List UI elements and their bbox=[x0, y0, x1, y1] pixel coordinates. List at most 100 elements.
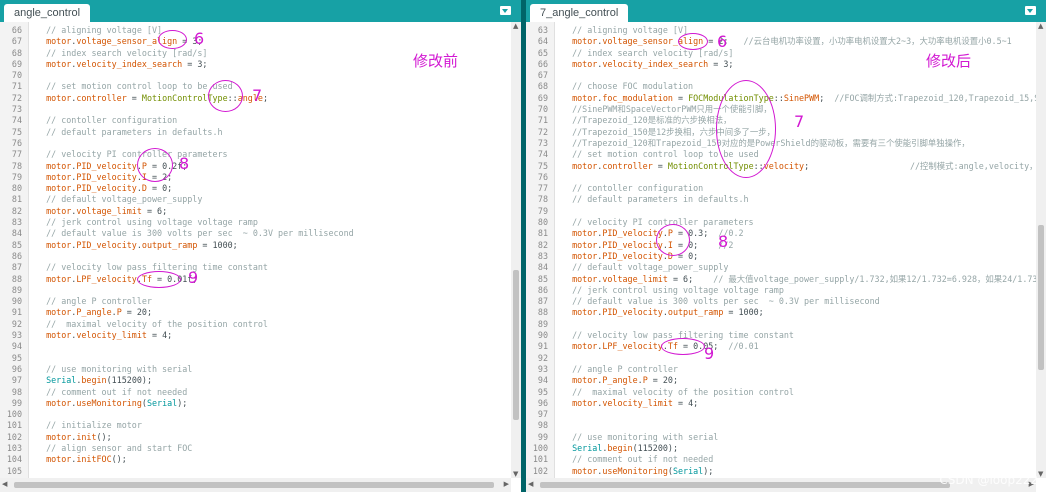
code-line[interactable]: 92 bbox=[526, 353, 1036, 364]
left-vscroll-thumb[interactable] bbox=[513, 270, 519, 420]
code-line[interactable]: 66 // aligning voltage [V] bbox=[0, 25, 511, 36]
code-line[interactable]: 73 bbox=[0, 104, 511, 115]
code-line[interactable]: 95 // maximal velocity of the position c… bbox=[526, 387, 1036, 398]
scroll-left-icon[interactable]: ◀ bbox=[528, 480, 533, 488]
code-text: motor.useMonitoring(Serial); bbox=[36, 397, 188, 408]
scroll-down-icon[interactable]: ▼ bbox=[1038, 470, 1043, 478]
code-line[interactable]: 87 // velocity low pass filtering time c… bbox=[0, 262, 511, 273]
code-line[interactable]: 78 motor.PID_velocity.P = 0.2f; bbox=[0, 161, 511, 172]
code-line[interactable]: 72 //Trapezoid_150是12步换相，六步中间多了一步， bbox=[526, 127, 1036, 138]
code-line[interactable]: 84 // default value is 300 volts per sec… bbox=[0, 228, 511, 239]
scroll-up-icon[interactable]: ▲ bbox=[1038, 22, 1043, 30]
tab-menu-dropdown-icon[interactable] bbox=[500, 6, 511, 15]
line-number: 92 bbox=[537, 352, 548, 363]
code-line[interactable]: 78 // default parameters in defaults.h bbox=[526, 194, 1036, 205]
code-line[interactable]: 100 bbox=[0, 409, 511, 420]
code-line[interactable]: 88 motor.LPF_velocity.Tf = 0.01f; bbox=[0, 274, 511, 285]
left-hscroll-thumb[interactable] bbox=[14, 482, 494, 488]
scroll-right-icon[interactable]: ▶ bbox=[504, 480, 509, 488]
code-line[interactable]: 75 // default parameters in defaults.h bbox=[0, 127, 511, 138]
code-line[interactable]: 75 motor.controller = MotionControlType:… bbox=[526, 161, 1036, 172]
code-line[interactable]: 80 motor.PID_velocity.D = 0; bbox=[0, 183, 511, 194]
code-line[interactable]: 73 //Trapezoid_120和Trapezoid_150对应的是Powe… bbox=[526, 138, 1036, 149]
code-line[interactable]: 92 // maximal velocity of the position c… bbox=[0, 319, 511, 330]
code-line[interactable]: 74 // contoller configuration bbox=[0, 115, 511, 126]
code-line[interactable]: 81 // default voltage_power_supply bbox=[0, 194, 511, 205]
scroll-up-icon[interactable]: ▲ bbox=[513, 22, 518, 30]
code-line[interactable]: 91 motor.LPF_velocity.Tf = 0.05; //0.01 bbox=[526, 341, 1036, 352]
right-vscroll-thumb[interactable] bbox=[1038, 225, 1044, 370]
code-line[interactable]: 80 // velocity PI controller parameters bbox=[526, 217, 1036, 228]
left-horizontal-scrollbar[interactable]: ◀ ▶ bbox=[0, 478, 511, 492]
line-number: 90 bbox=[537, 330, 548, 341]
code-line[interactable]: 76 bbox=[0, 138, 511, 149]
code-line[interactable]: 70 bbox=[0, 70, 511, 81]
code-line[interactable]: 68 // choose FOC modulation bbox=[526, 81, 1036, 92]
code-line[interactable]: 83 motor.PID_velocity.D = 0; bbox=[526, 251, 1036, 262]
code-line[interactable]: 64 motor.voltage_sensor_align = 2; //云台电… bbox=[526, 36, 1036, 47]
code-line[interactable]: 93 motor.velocity_limit = 4; bbox=[0, 330, 511, 341]
code-text: // comment out if not needed bbox=[562, 454, 714, 465]
code-line[interactable]: 97 bbox=[526, 409, 1036, 420]
code-line[interactable]: 84 // default voltage_power_supply bbox=[526, 262, 1036, 273]
code-line[interactable]: 103 // align sensor and start FOC bbox=[0, 443, 511, 454]
code-line[interactable]: 69 motor.foc_modulation = FOCModulationT… bbox=[526, 93, 1036, 104]
code-line[interactable]: 90 // angle P controller bbox=[0, 296, 511, 307]
code-line[interactable]: 85 motor.PID_velocity.output_ramp = 1000… bbox=[0, 240, 511, 251]
code-line[interactable]: 67 motor.voltage_sensor_align = 3; bbox=[0, 36, 511, 47]
code-line[interactable]: 85 motor.voltage_limit = 6; // 最大值voltag… bbox=[526, 274, 1036, 285]
code-line[interactable]: 96 motor.velocity_limit = 4; bbox=[526, 398, 1036, 409]
code-line[interactable]: 96 // use monitoring with serial bbox=[0, 364, 511, 375]
code-line[interactable]: 81 motor.PID_velocity.P = 0.3; //0.2 bbox=[526, 228, 1036, 239]
code-line[interactable]: 67 bbox=[526, 70, 1036, 81]
left-code-editor[interactable]: 66 // aligning voltage [V] 67 motor.volta… bbox=[0, 22, 511, 478]
code-line[interactable]: 99 motor.useMonitoring(Serial); bbox=[0, 398, 511, 409]
code-line[interactable]: 98 // comment out if not needed bbox=[0, 387, 511, 398]
tab-7-angle-control[interactable]: 7_angle_control bbox=[530, 4, 629, 22]
code-line[interactable]: 104 motor.initFOC(); bbox=[0, 454, 511, 465]
code-line[interactable]: 89 bbox=[526, 319, 1036, 330]
code-line[interactable]: 99 // use monitoring with serial bbox=[526, 432, 1036, 443]
code-line[interactable]: 94 bbox=[0, 341, 511, 352]
scroll-left-icon[interactable]: ◀ bbox=[2, 480, 7, 488]
code-line[interactable]: 77 // contoller configuration bbox=[526, 183, 1036, 194]
right-hscroll-thumb[interactable] bbox=[540, 482, 950, 488]
code-line[interactable]: 89 bbox=[0, 285, 511, 296]
code-line[interactable]: 101 // comment out if not needed bbox=[526, 454, 1036, 465]
right-code-editor[interactable]: 63 // aligning voltage [V] 64 motor.volta… bbox=[526, 22, 1036, 478]
code-line[interactable]: 76 bbox=[526, 172, 1036, 183]
code-line[interactable]: 83 // jerk control using voltage voltage… bbox=[0, 217, 511, 228]
tab-angle-control[interactable]: angle_control bbox=[4, 4, 91, 22]
code-line[interactable]: 88 motor.PID_velocity.output_ramp = 1000… bbox=[526, 307, 1036, 318]
code-line[interactable]: 100 Serial.begin(115200); bbox=[526, 443, 1036, 454]
line-number: 65 bbox=[537, 47, 548, 58]
code-line[interactable]: 93 // angle P controller bbox=[526, 364, 1036, 375]
code-line[interactable]: 77 // velocity PI controller parameters bbox=[0, 149, 511, 160]
code-line[interactable]: 101 // initialize motor bbox=[0, 420, 511, 431]
code-line[interactable]: 82 motor.PID_velocity.I = 0; //2 bbox=[526, 240, 1036, 251]
code-text: // maximal velocity of the position cont… bbox=[562, 386, 794, 397]
scroll-down-icon[interactable]: ▼ bbox=[513, 470, 518, 478]
tab-menu-dropdown-icon[interactable] bbox=[1025, 6, 1036, 15]
code-line[interactable]: 102 motor.init(); bbox=[0, 432, 511, 443]
code-line[interactable]: 98 bbox=[526, 420, 1036, 431]
code-line[interactable]: 87 // default value is 300 volts per sec… bbox=[526, 296, 1036, 307]
code-line[interactable]: 71 //Trapezoid_120是标准的六步换相法， bbox=[526, 115, 1036, 126]
code-line[interactable]: 70 //SinePWM和SpaceVectorPWM只用一个使能引脚， bbox=[526, 104, 1036, 115]
code-line[interactable]: 90 // velocity low pass filtering time c… bbox=[526, 330, 1036, 341]
code-line[interactable]: 74 // set motion control loop to be used bbox=[526, 149, 1036, 160]
code-line[interactable]: 105 bbox=[0, 466, 511, 477]
code-line[interactable]: 91 motor.P_angle.P = 20; bbox=[0, 307, 511, 318]
code-line[interactable]: 97 Serial.begin(115200); bbox=[0, 375, 511, 386]
code-line[interactable]: 63 // aligning voltage [V] bbox=[526, 25, 1036, 36]
code-line[interactable]: 86 // jerk control using voltage voltage… bbox=[526, 285, 1036, 296]
code-text: motor.voltage_sensor_align = 2; //云台电机功率… bbox=[562, 36, 1012, 47]
left-vertical-scrollbar[interactable]: ▲ ▼ bbox=[511, 22, 521, 478]
code-line[interactable]: 79 motor.PID_velocity.I = 2; bbox=[0, 172, 511, 183]
code-line[interactable]: 82 motor.voltage_limit = 6; bbox=[0, 206, 511, 217]
code-line[interactable]: 79 bbox=[526, 206, 1036, 217]
code-line[interactable]: 94 motor.P_angle.P = 20; bbox=[526, 375, 1036, 386]
code-line[interactable]: 95 bbox=[0, 353, 511, 364]
right-vertical-scrollbar[interactable]: ▲ ▼ bbox=[1036, 22, 1046, 478]
code-line[interactable]: 86 bbox=[0, 251, 511, 262]
